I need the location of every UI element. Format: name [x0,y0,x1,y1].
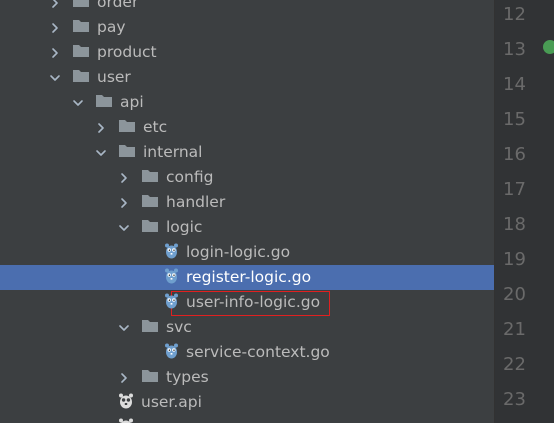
line-number: 19 [503,249,526,270]
tree-item-partial[interactable] [0,415,494,423]
line-number: 16 [503,144,526,165]
go-file-icon [164,342,179,363]
folder-icon [141,218,159,237]
tree-item-label: service-context.go [186,343,330,361]
line-number: 20 [503,284,526,305]
chevron-down-icon[interactable] [71,96,85,110]
tree-item-config[interactable]: config [0,165,494,190]
tree-item-label: api [120,93,144,111]
tree-item-label: product [97,43,157,61]
tree-item-label: pay [97,18,126,36]
tree-item-label: svc [166,318,192,336]
folder-icon [118,118,136,137]
tree-item-types[interactable]: types [0,365,494,390]
tree-item-handler[interactable]: handler [0,190,494,215]
tree-item-svc[interactable]: svc [0,315,494,340]
tree-item-register-logic-go[interactable]: register-logic.go [0,265,494,290]
chevron-down-icon[interactable] [117,221,131,235]
tree-item-label: types [166,368,209,386]
line-number: 14 [503,74,526,95]
tree-item-etc[interactable]: etc [0,115,494,140]
tree-item-internal[interactable]: internal [0,140,494,165]
tree-item-order[interactable]: order [0,0,494,15]
line-number: 15 [503,109,526,130]
chevron-down-icon[interactable] [48,71,62,85]
tree-item-user[interactable]: user [0,65,494,90]
tree-item-label: handler [166,193,226,211]
tree-item-logic[interactable]: logic [0,215,494,240]
line-number: 18 [503,214,526,235]
tree-item-service-context-go[interactable]: service-context.go [0,340,494,365]
tree-item-label: register-logic.go [186,268,312,286]
tree-item-login-logic-go[interactable]: login-logic.go [0,240,494,265]
folder-icon [72,43,90,62]
chevron-down-icon[interactable] [94,146,108,160]
folder-icon [141,168,159,187]
editor-gutter: 12 13 14 15 16 17 18 19 20 21 22 23 [495,0,554,423]
folder-icon [72,0,90,12]
go-api-file-icon [118,392,134,413]
line-number: 22 [503,354,526,375]
tree-item-pay[interactable]: pay [0,15,494,40]
tree-item-product[interactable]: product [0,40,494,65]
chevron-down-icon[interactable] [117,321,131,335]
chevron-right-icon[interactable] [48,21,62,35]
chevron-right-icon[interactable] [48,0,62,10]
folder-icon [141,318,159,337]
tree-item-user-info-logic-go[interactable]: user-info-logic.go [0,290,494,315]
tree-item-label: login-logic.go [186,243,291,261]
go-file-icon [164,267,179,288]
project-tree: order pay product user api etc internal config h… [0,0,494,423]
chevron-right-icon[interactable] [48,46,62,60]
line-number: 23 [503,389,526,410]
chevron-right-icon[interactable] [94,121,108,135]
line-number: 21 [503,319,526,340]
chevron-right-icon[interactable] [117,196,131,210]
chevron-right-icon[interactable] [117,171,131,185]
folder-icon [72,68,90,87]
folder-icon [141,368,159,387]
tree-item-label: order [97,0,139,11]
folder-icon [72,18,90,37]
tree-item-label: user [97,68,131,86]
go-api-file-icon [118,417,134,423]
tree-item-api[interactable]: api [0,90,494,115]
line-number: 13 [503,39,526,60]
tree-item-label: logic [166,218,203,236]
folder-icon [118,143,136,162]
tree-item-user-api[interactable]: user.api [0,390,494,415]
folder-icon [141,193,159,212]
tree-item-label: internal [143,143,203,161]
go-file-icon [164,242,179,263]
tree-item-label: config [166,168,214,186]
gutter-marker-icon[interactable] [543,40,554,54]
tree-item-label: user.api [141,393,202,411]
tree-item-label: user-info-logic.go [186,293,321,311]
chevron-right-icon[interactable] [117,371,131,385]
line-number: 12 [503,4,526,25]
go-file-icon [164,292,179,313]
tree-item-label: etc [143,118,168,136]
line-number: 17 [503,179,526,200]
folder-icon [95,93,113,112]
